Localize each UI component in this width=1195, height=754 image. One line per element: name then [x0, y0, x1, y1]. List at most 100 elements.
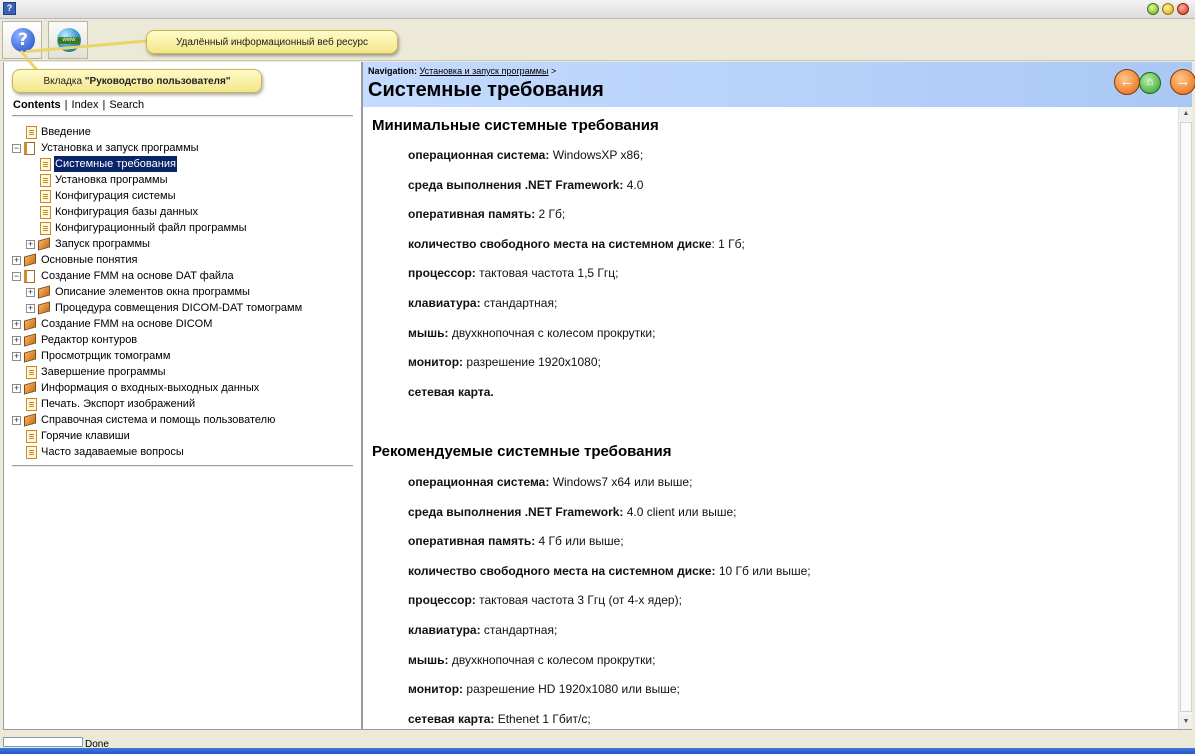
tree-item[interactable]: Системные требования	[4, 156, 359, 172]
requirement-key: клавиатура:	[408, 296, 481, 310]
tree-item[interactable]: − Создание FMM на основе DAT файла	[4, 268, 359, 284]
tab-separator: |	[64, 99, 68, 111]
previous-topic-button[interactable]: ←	[1114, 69, 1140, 95]
tree-item-label: Справочная система и помощь пользователю	[41, 414, 276, 426]
requirement-value: 4.0	[623, 177, 644, 192]
requirement-value: двухкнопочная с колесом прокрутки;	[448, 325, 656, 340]
divider	[12, 115, 353, 117]
requirement-row: среда выполнения .NET Framework: 4.0 cli…	[408, 505, 736, 519]
collapse-icon[interactable]: −	[12, 144, 21, 153]
parent-topic-button[interactable]: ⌂	[1139, 72, 1161, 94]
scroll-up-button[interactable]: ▲	[1179, 107, 1193, 121]
expand-icon[interactable]: +	[12, 320, 21, 329]
tree-item[interactable]: Конфигурация базы данных	[4, 204, 359, 220]
requirement-row: монитор: разрешение HD 1920x1080 или выш…	[408, 682, 680, 696]
tree-item[interactable]: + Справочная система и помощь пользовател…	[4, 412, 359, 428]
tree-item[interactable]: Горячие клавиши	[4, 428, 359, 444]
tree-item[interactable]: Введение	[4, 124, 359, 140]
topic-pane: Navigation: Установка и запуск программы…	[362, 62, 1195, 730]
tree-item[interactable]: + Запуск программы	[4, 236, 359, 252]
tree-item-label: Основные понятия	[41, 254, 138, 266]
requirement-value: 2 Гб;	[535, 207, 566, 222]
tree-item[interactable]: − Установка и запуск программы	[4, 140, 359, 156]
requirement-value: Windows7 x64 или выше;	[549, 475, 693, 489]
requirement-value: WindowsXP x86;	[549, 148, 644, 162]
pane-tabs: Contents | Index | Search	[13, 99, 144, 111]
requirement-value: 10 Гб или выше;	[715, 563, 811, 578]
requirement-key: монитор:	[408, 682, 464, 697]
requirement-key: оперативная память:	[408, 207, 536, 222]
tree-item[interactable]: Установка программы	[4, 172, 359, 188]
collapse-icon[interactable]: −	[12, 272, 21, 281]
page-icon	[26, 126, 37, 139]
requirement-key: среда выполнения .NET Framework:	[408, 177, 624, 192]
tree-item[interactable]: Конфигурационный файл программы	[4, 220, 359, 236]
tree-item-label: Конфигурационный файл программы	[55, 222, 247, 234]
expand-icon[interactable]: +	[12, 336, 21, 345]
tab-contents[interactable]: Contents	[13, 99, 61, 111]
page-icon	[40, 206, 51, 219]
tree-item[interactable]: Печать. Экспорт изображений	[4, 396, 359, 412]
scroll-down-button[interactable]: ▼	[1179, 715, 1193, 729]
tree-item[interactable]: + Основные понятия	[4, 252, 359, 268]
requirement-key: операционная система:	[408, 475, 550, 489]
tree-item[interactable]: + Просмотрщик томограмм	[4, 348, 359, 364]
page-title: Системные требования	[368, 79, 604, 101]
book-icon	[24, 333, 36, 347]
expand-icon[interactable]: +	[12, 256, 21, 265]
tree-item[interactable]: + Редактор контуров	[4, 332, 359, 348]
requirement-row: сетевая карта.	[408, 385, 494, 399]
vertical-scrollbar[interactable]: ▲ ▼	[1178, 107, 1193, 729]
requirement-row: монитор: разрешение 1920x1080;	[408, 355, 601, 369]
taskbar-strip	[0, 748, 1195, 754]
expand-icon[interactable]: +	[26, 288, 35, 297]
page-icon	[26, 398, 37, 411]
expand-icon[interactable]: +	[12, 384, 21, 393]
page-icon	[40, 222, 51, 235]
tree-item-label: Создание FMM на основе DAT файла	[41, 270, 234, 282]
tree-item[interactable]: + Информация о входных-выходных данных	[4, 380, 359, 396]
tree-item[interactable]: + Процедура совмещения DICOM-DAT томограм…	[4, 300, 359, 316]
scroll-thumb[interactable]	[1180, 122, 1192, 712]
book-icon	[24, 253, 36, 267]
tree-item-label: Установка программы	[55, 174, 168, 186]
book-icon	[38, 285, 50, 299]
tree-item-label: Запуск программы	[55, 238, 150, 250]
contents-pane: Contents | Index | Search Введение − Установка…	[3, 62, 362, 730]
open-book-icon	[24, 270, 35, 283]
requirement-key: монитор:	[408, 355, 464, 370]
progress-field	[3, 737, 83, 747]
close-button[interactable]	[1177, 3, 1189, 15]
tab-search[interactable]: Search	[109, 99, 144, 111]
tree-item-label: Конфигурация базы данных	[55, 206, 199, 218]
tree-item-label: Завершение программы	[41, 366, 166, 378]
tree-item[interactable]: Часто задаваемые вопросы	[4, 444, 359, 460]
tree-item[interactable]: Конфигурация системы	[4, 188, 359, 204]
tree-item[interactable]: Завершение программы	[4, 364, 359, 380]
next-topic-button[interactable]: →	[1170, 69, 1195, 95]
book-icon	[24, 317, 36, 331]
tree-item-label: Редактор контуров	[41, 334, 138, 346]
tree-item[interactable]: + Описание элементов окна программы	[4, 284, 359, 300]
maximize-button[interactable]	[1162, 3, 1174, 15]
recommended-requirements-heading: Рекомендуемые системные требования	[372, 443, 672, 460]
requirement-row: операционная система: Windows7 x64 или в…	[408, 475, 692, 489]
book-icon	[38, 301, 50, 315]
breadcrumb-link[interactable]: Установка и запуск программы	[420, 66, 549, 76]
minimize-button[interactable]	[1147, 3, 1159, 15]
expand-icon[interactable]: +	[12, 416, 21, 425]
requirement-row: количество свободного места на системном…	[408, 564, 811, 578]
expand-icon[interactable]: +	[26, 240, 35, 249]
expand-icon[interactable]: +	[12, 352, 21, 361]
expand-icon[interactable]: +	[26, 304, 35, 313]
requirement-value: разрешение 1920x1080;	[463, 355, 601, 370]
tab-separator: |	[102, 99, 106, 111]
tree-item-label: Печать. Экспорт изображений	[41, 398, 196, 410]
page-icon	[40, 190, 51, 203]
app-icon: ?	[3, 2, 16, 15]
tree-item[interactable]: + Создание FMM на основе DICOM	[4, 316, 359, 332]
user-guide-tab-callout: Вкладка "Руководство пользователя"	[12, 69, 262, 93]
web-resource-button[interactable]: www	[48, 21, 88, 59]
requirement-key: мышь:	[408, 652, 449, 667]
tab-index[interactable]: Index	[72, 99, 99, 111]
